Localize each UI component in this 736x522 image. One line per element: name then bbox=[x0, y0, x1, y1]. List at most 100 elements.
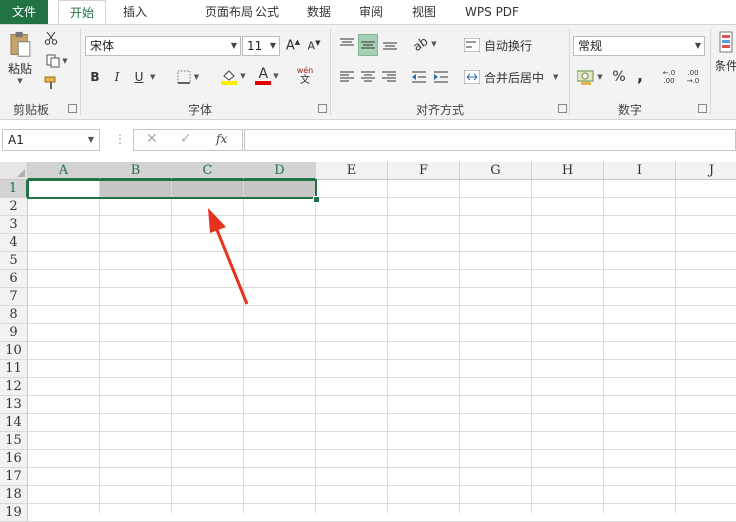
row-header[interactable]: 10 bbox=[0, 342, 28, 360]
insert-function-icon[interactable]: fx bbox=[216, 132, 227, 146]
fill-handle[interactable] bbox=[313, 196, 320, 203]
column-header[interactable]: A bbox=[28, 162, 100, 180]
row-header[interactable]: 8 bbox=[0, 306, 28, 324]
clipboard-launcher-icon[interactable] bbox=[68, 104, 77, 113]
tab-wps-pdf[interactable]: WPS PDF bbox=[456, 0, 528, 24]
wrap-text-button[interactable]: 自动换行 bbox=[464, 35, 544, 55]
decrease-indent-icon bbox=[412, 71, 426, 83]
font-launcher-icon[interactable] bbox=[318, 104, 327, 113]
number-launcher-icon[interactable] bbox=[698, 104, 707, 113]
percent-button[interactable]: % bbox=[611, 67, 627, 87]
row-header[interactable]: 2 bbox=[0, 198, 28, 216]
paste-button[interactable]: 粘贴 ▼ bbox=[4, 31, 36, 85]
font-color-button[interactable]: A ▼ bbox=[252, 65, 282, 87]
fill-color-button[interactable]: ▼ bbox=[218, 65, 248, 87]
row-header[interactable]: 15 bbox=[0, 432, 28, 450]
tab-view[interactable]: 视图 bbox=[403, 0, 445, 24]
align-top-button[interactable] bbox=[338, 34, 356, 54]
tab-home[interactable]: 开始 bbox=[58, 0, 106, 24]
align-right-button[interactable] bbox=[380, 67, 398, 87]
decrease-font-button[interactable]: A▼ bbox=[306, 36, 322, 56]
name-box-value: A1 bbox=[8, 133, 24, 147]
tab-data[interactable]: 数据 bbox=[298, 0, 340, 24]
name-box[interactable]: A1 ▼ bbox=[2, 129, 100, 151]
increase-indent-button[interactable] bbox=[432, 67, 450, 87]
align-middle-button[interactable] bbox=[358, 34, 378, 56]
font-name-select[interactable]: 宋体 ▼ bbox=[85, 36, 241, 56]
tab-insert[interactable]: 插入 bbox=[114, 0, 156, 24]
text-orientation-icon: ab bbox=[410, 33, 431, 55]
cancel-icon[interactable]: ✕ bbox=[146, 131, 158, 147]
number-format-select[interactable]: 常规 ▼ bbox=[573, 36, 705, 56]
gridline bbox=[28, 233, 736, 234]
align-left-button[interactable] bbox=[338, 67, 356, 87]
gridline bbox=[28, 269, 736, 270]
comma-button[interactable]: , bbox=[633, 65, 647, 85]
increase-font-button[interactable]: A▲ bbox=[285, 36, 301, 56]
row-header[interactable]: 9 bbox=[0, 324, 28, 342]
enter-icon[interactable]: ✓ bbox=[180, 131, 192, 147]
align-right-icon bbox=[382, 71, 396, 82]
chevron-down-icon: ▼ bbox=[230, 41, 237, 50]
alignment-launcher-icon[interactable] bbox=[558, 104, 567, 113]
decrease-decimal-button[interactable]: .00 →.0 bbox=[684, 67, 702, 87]
row-header[interactable]: 19 bbox=[0, 504, 28, 522]
font-group-label: 字体 bbox=[187, 103, 212, 117]
row-header[interactable]: 13 bbox=[0, 396, 28, 414]
format-painter-button[interactable] bbox=[42, 74, 60, 92]
row-header[interactable]: 7 bbox=[0, 288, 28, 306]
row-header[interactable]: 3 bbox=[0, 216, 28, 234]
align-top-icon bbox=[340, 38, 354, 46]
selection-border bbox=[27, 179, 317, 199]
conditional-formatting-button[interactable]: 条件 bbox=[716, 31, 736, 85]
cut-button[interactable] bbox=[42, 29, 60, 47]
italic-button[interactable]: I bbox=[108, 67, 126, 87]
bold-button[interactable]: B bbox=[86, 67, 104, 87]
column-header[interactable]: I bbox=[604, 162, 676, 180]
column-header[interactable]: D bbox=[244, 162, 316, 180]
row-header[interactable]: 5 bbox=[0, 252, 28, 270]
align-center-button[interactable] bbox=[359, 67, 377, 87]
row-header[interactable]: 12 bbox=[0, 378, 28, 396]
column-header[interactable]: F bbox=[388, 162, 460, 180]
row-header[interactable]: 18 bbox=[0, 486, 28, 504]
annotation-arrow bbox=[208, 208, 249, 305]
row-header[interactable]: 17 bbox=[0, 468, 28, 486]
paste-dropdown-icon: ▼ bbox=[17, 77, 23, 85]
increase-decimal-icon: ←.0.00 bbox=[662, 69, 676, 85]
underline-dropdown-icon[interactable]: ▼ bbox=[150, 73, 155, 81]
tab-formulas[interactable]: 公式 bbox=[246, 0, 288, 24]
chevron-down-icon: ▼ bbox=[87, 135, 94, 144]
cell-area[interactable] bbox=[27, 179, 736, 522]
merge-center-button[interactable]: 合并后居中 ▼ bbox=[464, 67, 564, 87]
row-header[interactable]: 4 bbox=[0, 234, 28, 252]
select-all-button[interactable] bbox=[0, 162, 28, 180]
column-header[interactable]: C bbox=[172, 162, 244, 180]
phonetic-button[interactable]: wén 文 bbox=[290, 65, 320, 87]
copy-button[interactable]: ▼ bbox=[42, 52, 72, 70]
orientation-button[interactable]: ab ▼ bbox=[410, 34, 440, 54]
formula-input[interactable] bbox=[244, 129, 736, 151]
border-button[interactable]: ▼ bbox=[174, 67, 202, 87]
gridline bbox=[28, 287, 736, 288]
row-header[interactable]: 1 bbox=[0, 180, 28, 198]
row-header[interactable]: 16 bbox=[0, 450, 28, 468]
font-size-select[interactable]: 11 ▼ bbox=[242, 36, 280, 56]
row-header[interactable]: 14 bbox=[0, 414, 28, 432]
row-header[interactable]: 11 bbox=[0, 360, 28, 378]
tab-review[interactable]: 审阅 bbox=[350, 0, 392, 24]
column-header[interactable]: H bbox=[532, 162, 604, 180]
row-header[interactable]: 6 bbox=[0, 270, 28, 288]
underline-button[interactable]: U bbox=[130, 67, 148, 87]
decrease-indent-button[interactable] bbox=[410, 67, 428, 87]
file-menu[interactable]: 文件 bbox=[0, 0, 48, 24]
accounting-format-button[interactable]: ▼ bbox=[575, 67, 605, 87]
column-header[interactable]: B bbox=[100, 162, 172, 180]
fill-bucket-icon bbox=[221, 70, 238, 85]
more-options-icon[interactable]: ⋮ bbox=[114, 132, 126, 146]
align-bottom-button[interactable] bbox=[381, 34, 399, 54]
column-header[interactable]: J bbox=[676, 162, 736, 180]
column-header[interactable]: E bbox=[316, 162, 388, 180]
increase-decimal-button[interactable]: ←.0.00 bbox=[660, 67, 678, 87]
column-header[interactable]: G bbox=[460, 162, 532, 180]
